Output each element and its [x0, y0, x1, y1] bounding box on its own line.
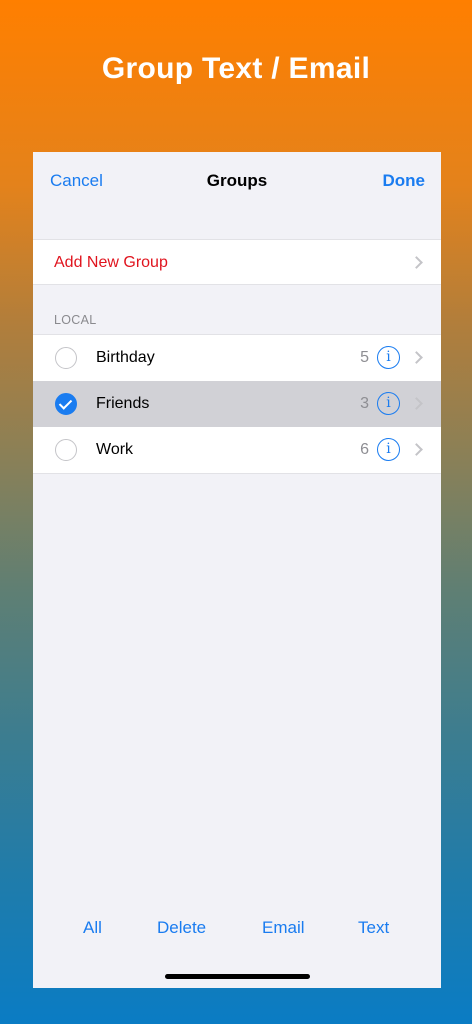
info-icon[interactable]: i	[377, 346, 400, 369]
radio-unchecked-icon[interactable]	[55, 439, 77, 461]
chevron-right-icon	[410, 397, 423, 410]
done-button[interactable]: Done	[383, 171, 426, 191]
home-indicator[interactable]	[165, 974, 310, 979]
bottom-toolbar: All Delete Email Text	[33, 918, 441, 944]
text-button[interactable]: Text	[358, 918, 389, 938]
select-all-button[interactable]: All	[83, 918, 102, 938]
group-row-work[interactable]: Work 6 i	[33, 427, 441, 473]
radio-unchecked-icon[interactable]	[55, 347, 77, 369]
group-member-count: 5	[360, 349, 369, 366]
group-name: Friends	[96, 395, 150, 412]
group-name: Birthday	[96, 349, 155, 366]
chevron-right-icon	[410, 256, 423, 269]
group-row-birthday[interactable]: Birthday 5 i	[33, 335, 441, 381]
promo-title: Group Text / Email	[101, 52, 371, 85]
group-member-count: 3	[360, 395, 369, 412]
section-header-local: LOCAL	[54, 313, 97, 327]
chevron-right-icon	[410, 443, 423, 456]
add-new-group-label: Add New Group	[54, 254, 168, 271]
add-new-group-row[interactable]: Add New Group	[33, 239, 441, 285]
group-member-count: 6	[360, 441, 369, 458]
radio-checked-icon[interactable]	[55, 393, 77, 415]
phone-screen: Cancel Groups Done Add New Group LOCAL B…	[33, 152, 441, 988]
navigation-bar: Cancel Groups Done	[33, 152, 441, 208]
info-icon[interactable]: i	[377, 438, 400, 461]
group-list: Birthday 5 i Friends 3 i Work 6 i	[33, 334, 441, 474]
delete-button[interactable]: Delete	[157, 918, 206, 938]
page-title: Groups	[206, 171, 268, 190]
email-button[interactable]: Email	[262, 918, 305, 938]
info-icon[interactable]: i	[377, 392, 400, 415]
chevron-right-icon	[410, 351, 423, 364]
group-row-friends[interactable]: Friends 3 i	[33, 381, 441, 427]
group-name: Work	[96, 441, 134, 458]
